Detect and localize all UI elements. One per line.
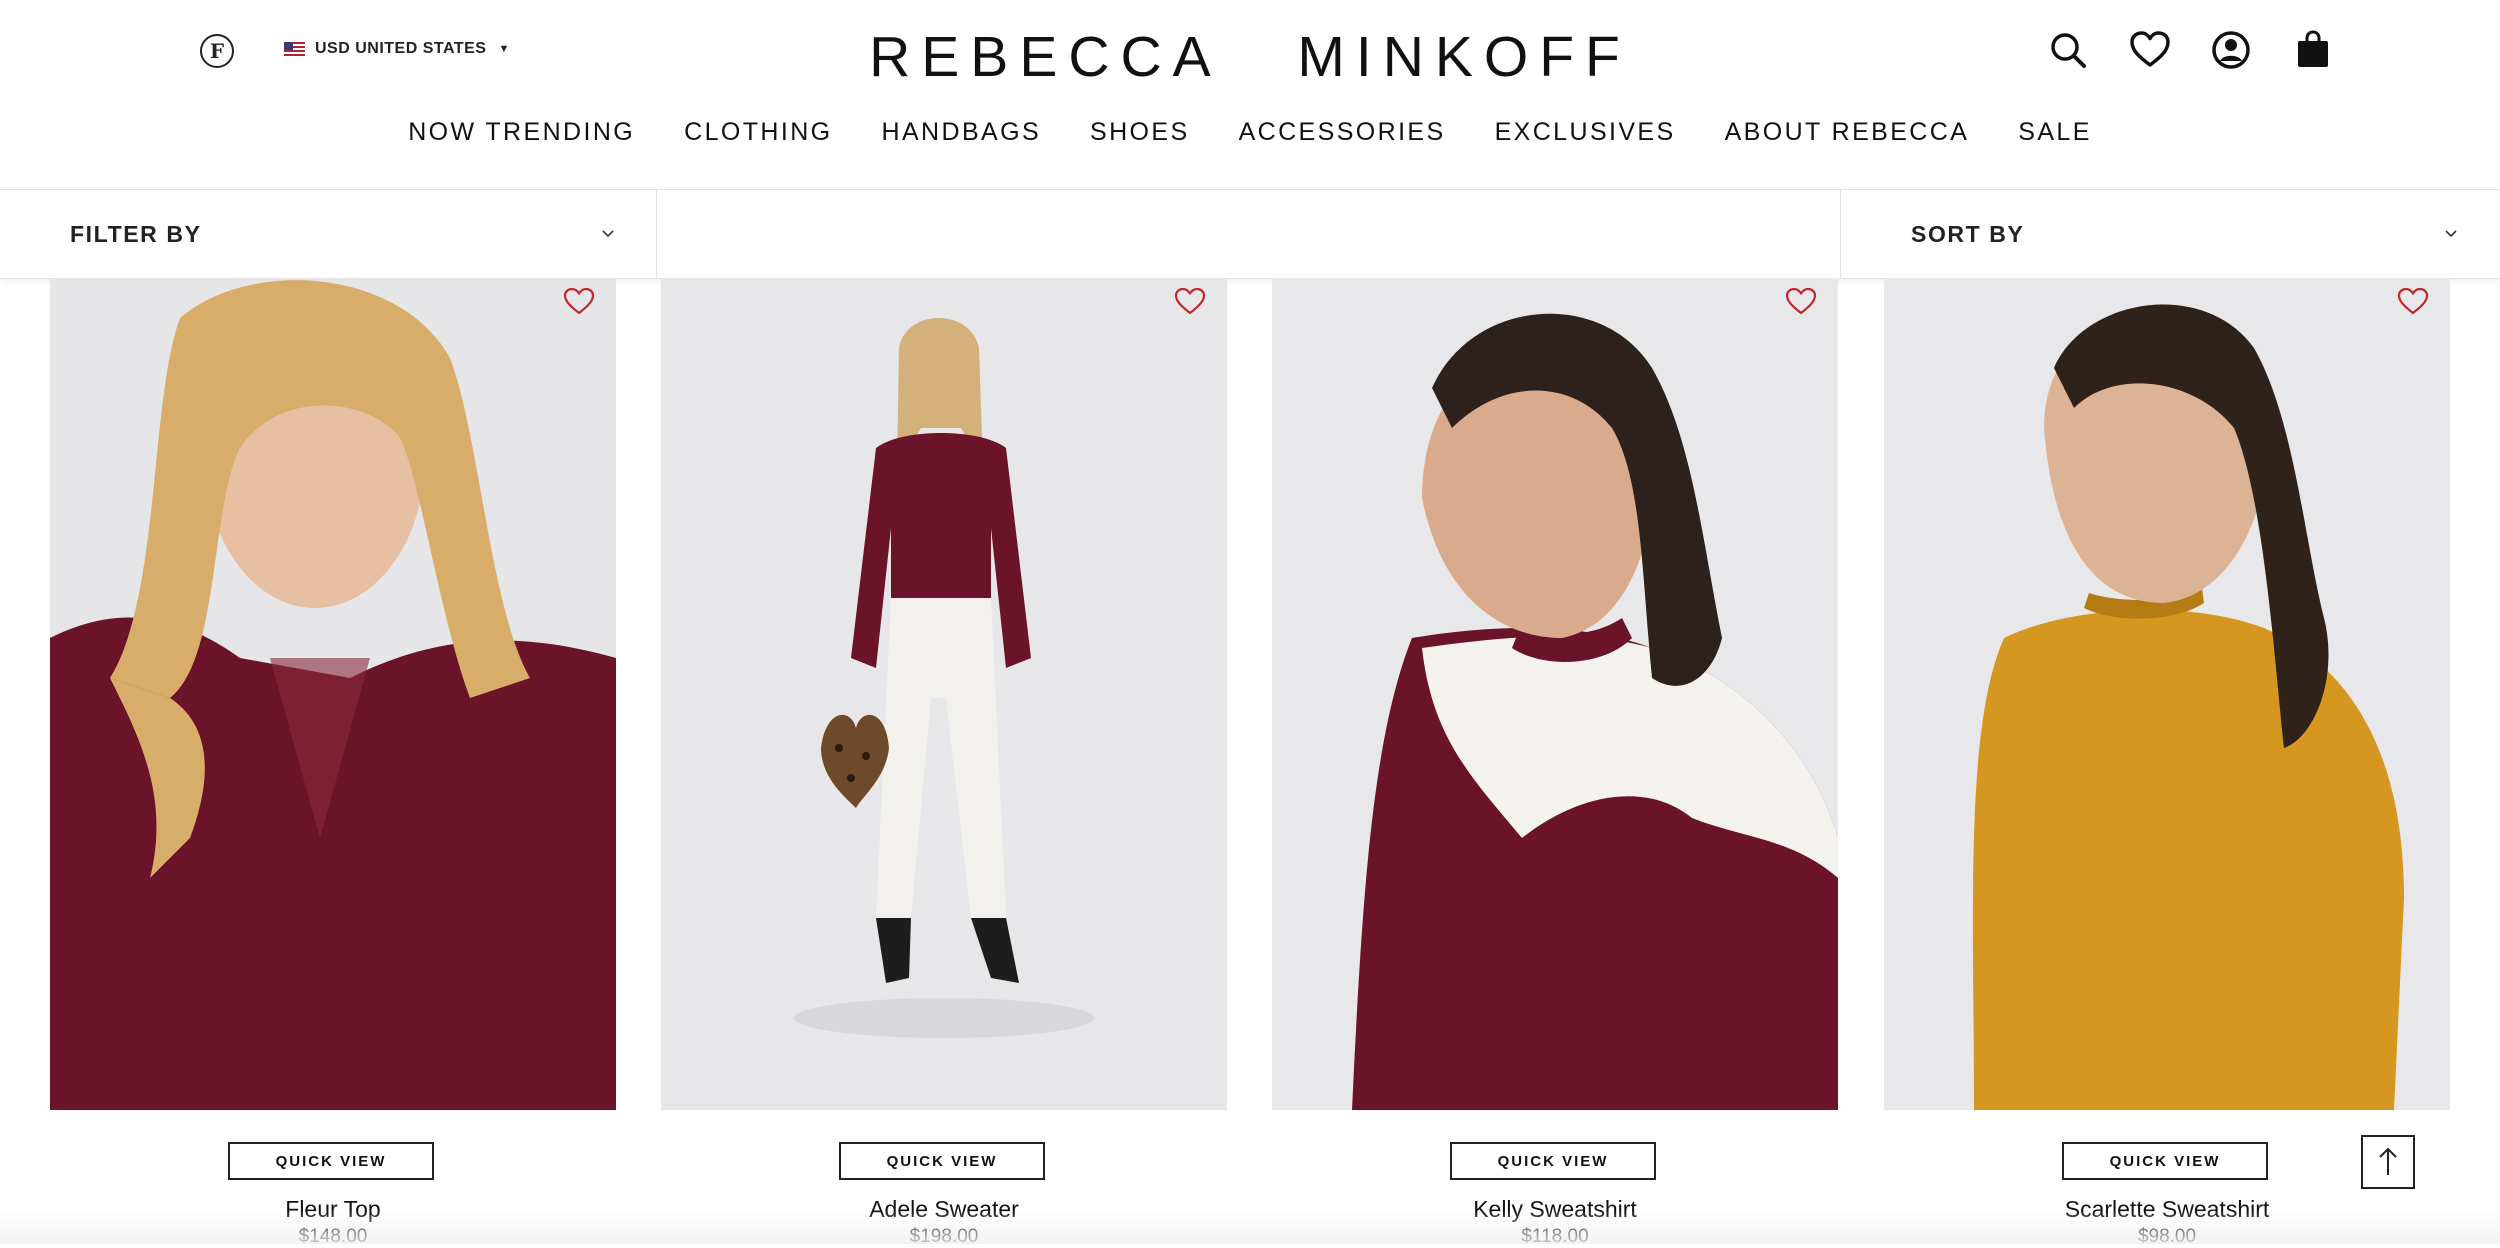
- product-card[interactable]: QUICK VIEW Adele Sweater $198.00: [661, 278, 1227, 1247]
- main-navigation: NOW TRENDING CLOTHING HANDBAGS SHOES ACC…: [0, 118, 2500, 147]
- product-photo: [1272, 278, 1838, 1110]
- product-photo: [661, 278, 1227, 1110]
- back-to-top-button[interactable]: [2361, 1135, 2415, 1189]
- quick-view-button[interactable]: QUICK VIEW: [1450, 1142, 1656, 1180]
- nav-item-now-trending[interactable]: NOW TRENDING: [408, 118, 635, 147]
- site-header: F USD UNITED STATES ▼ REBECCA MINKOFF NO…: [0, 0, 2500, 188]
- sort-by-dropdown[interactable]: SORT BY: [1840, 190, 2499, 278]
- chevron-down-icon: [2445, 230, 2457, 238]
- add-to-wishlist-heart-icon[interactable]: [2396, 286, 2430, 316]
- add-to-wishlist-heart-icon[interactable]: [1173, 286, 1207, 316]
- product-photo: [1884, 278, 2450, 1110]
- quick-view-button[interactable]: QUICK VIEW: [228, 1142, 434, 1180]
- product-card[interactable]: QUICK VIEW Kelly Sweatshirt $118.00: [1272, 278, 1838, 1247]
- filter-sort-bar: FILTER BY SORT BY: [0, 189, 2500, 279]
- nav-item-shoes[interactable]: SHOES: [1090, 118, 1190, 147]
- product-price: $118.00: [1521, 1226, 1589, 1247]
- filter-by-label: FILTER BY: [70, 220, 202, 247]
- brand-word-second: MINKOFF: [1297, 25, 1631, 89]
- nav-item-about-rebecca[interactable]: ABOUT REBECCA: [1725, 118, 1970, 147]
- product-name[interactable]: Scarlette Sweatshirt: [1884, 1196, 2450, 1223]
- product-price: $198.00: [909, 1226, 979, 1247]
- product-image[interactable]: [1272, 278, 1838, 1110]
- nav-item-sale[interactable]: SALE: [2018, 118, 2092, 147]
- quick-view-button[interactable]: QUICK VIEW: [2062, 1142, 2268, 1180]
- product-price: $148.00: [298, 1226, 368, 1247]
- product-card[interactable]: QUICK VIEW Scarlette Sweatshirt $98.00: [1884, 278, 2450, 1247]
- account-icon[interactable]: [2209, 28, 2253, 72]
- product-image[interactable]: [1884, 278, 2450, 1110]
- brand-word-first: REBECCA: [869, 25, 1222, 89]
- filter-by-dropdown[interactable]: FILTER BY: [0, 190, 657, 278]
- wishlist-heart-icon[interactable]: [2128, 28, 2172, 72]
- nav-item-exclusives[interactable]: EXCLUSIVES: [1495, 118, 1676, 147]
- product-image[interactable]: [661, 278, 1227, 1110]
- shopping-bag-icon[interactable]: [2291, 28, 2335, 72]
- nav-item-handbags[interactable]: HANDBAGS: [882, 118, 1042, 147]
- product-image[interactable]: [50, 278, 616, 1110]
- arrow-up-icon: [2379, 1147, 2397, 1175]
- quick-view-button[interactable]: QUICK VIEW: [839, 1142, 1045, 1180]
- nav-item-clothing[interactable]: CLOTHING: [684, 118, 832, 147]
- product-name[interactable]: Kelly Sweatshirt: [1272, 1196, 1838, 1223]
- brand-logo[interactable]: REBECCA MINKOFF: [0, 24, 2500, 90]
- nav-item-accessories[interactable]: ACCESSORIES: [1239, 118, 1446, 147]
- sort-by-label: SORT BY: [1911, 220, 2025, 247]
- add-to-wishlist-heart-icon[interactable]: [1784, 286, 1818, 316]
- chevron-down-icon: [602, 230, 614, 238]
- product-card[interactable]: QUICK VIEW Fleur Top $148.00: [50, 278, 616, 1247]
- product-photo: [50, 278, 616, 1110]
- product-price: $98.00: [2137, 1226, 2197, 1247]
- search-icon[interactable]: [2046, 28, 2090, 72]
- add-to-wishlist-heart-icon[interactable]: [562, 286, 596, 316]
- product-name[interactable]: Adele Sweater: [661, 1196, 1227, 1223]
- product-name[interactable]: Fleur Top: [50, 1196, 616, 1223]
